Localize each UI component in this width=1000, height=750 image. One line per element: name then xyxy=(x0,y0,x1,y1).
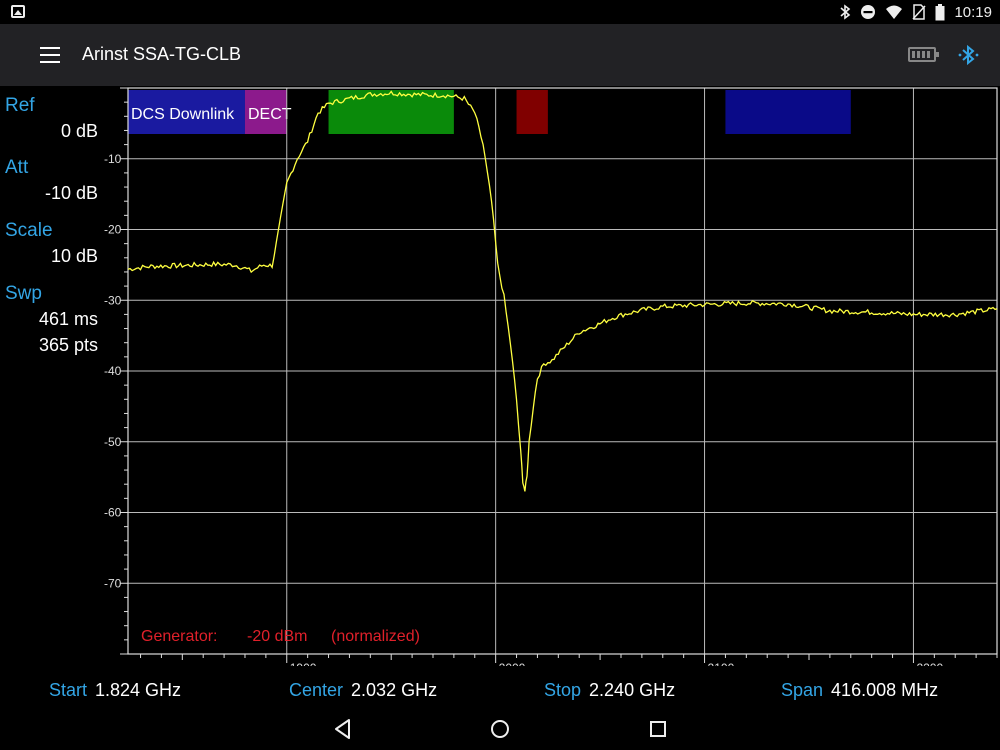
status-icons: 10:19 xyxy=(839,0,992,24)
app-title: Arinst SSA-TG-CLB xyxy=(82,44,242,64)
band-label-0: DCS Downlink xyxy=(131,106,235,123)
bluetooth-icon xyxy=(840,4,851,20)
span-frequency[interactable]: Span 416.008 MHz xyxy=(781,680,938,701)
status-time: 10:19 xyxy=(954,3,992,21)
stop-value: 2.240 GHz xyxy=(589,680,676,700)
y-tick-label: -20 xyxy=(104,223,122,237)
generator-level: -20 dBm xyxy=(247,628,307,645)
chart-axes: -10 -20 -30 -40 -50 -60 -70 1900 2000 2100 2200 xyxy=(104,87,998,666)
y-tick-label: -70 xyxy=(104,576,122,590)
center-frequency[interactable]: Center 2.032 GHz xyxy=(289,680,437,701)
device-battery-icon xyxy=(908,47,939,62)
generator-status: Generator: -20 dBm (normalized) xyxy=(141,628,420,645)
band-label-1: DECT xyxy=(248,106,292,123)
status-bar: 10:19 xyxy=(0,0,1000,24)
spectrum-chart[interactable]: DCS Downlink DECT -10 -20 -30 -40 -50 -60 -70 19… xyxy=(0,86,1000,666)
chart-grid xyxy=(128,88,997,654)
x-tick-label: 1900 xyxy=(290,661,317,666)
start-label: Start xyxy=(49,680,88,700)
x-tick-label: 2200 xyxy=(916,661,943,666)
y-tick-label: -50 xyxy=(104,435,122,449)
do-not-disturb-icon xyxy=(861,5,876,19)
span-label: Span xyxy=(781,680,824,700)
y-tick-label: -30 xyxy=(104,293,122,307)
battery-icon xyxy=(935,3,945,20)
wifi-icon xyxy=(886,5,903,19)
y-tick-label: -10 xyxy=(104,152,122,166)
span-value: 416.008 MHz xyxy=(831,680,939,700)
no-sim-icon xyxy=(912,4,927,20)
stop-label: Stop xyxy=(544,680,582,700)
start-value: 1.824 GHz xyxy=(95,680,182,700)
generator-label: Generator: xyxy=(141,628,217,645)
stop-frequency[interactable]: Stop 2.240 GHz xyxy=(544,680,675,701)
center-value: 2.032 GHz xyxy=(351,680,438,700)
center-label: Center xyxy=(289,680,344,700)
back-icon[interactable] xyxy=(330,716,356,742)
recents-icon[interactable] xyxy=(645,716,671,742)
frequency-response-trace xyxy=(127,90,998,492)
frequency-bar: Start 1.824 GHz Center 2.032 GHz Stop 2.240… xyxy=(0,672,1000,710)
hamburger-menu-icon[interactable] xyxy=(36,43,64,67)
navigation-bar xyxy=(0,706,1000,750)
start-frequency[interactable]: Start 1.824 GHz xyxy=(49,680,181,701)
home-icon[interactable] xyxy=(487,716,513,742)
x-tick-label: 2100 xyxy=(708,661,735,666)
y-tick-label: -40 xyxy=(104,364,122,378)
band-4 xyxy=(725,90,851,134)
band-3 xyxy=(516,90,548,134)
x-tick-label: 2000 xyxy=(499,661,526,666)
generator-mode: (normalized) xyxy=(331,628,420,645)
app-bar: Arinst SSA-TG-CLB xyxy=(0,24,1000,86)
gallery-icon xyxy=(11,5,25,18)
band-markers: DCS Downlink DECT xyxy=(128,90,851,134)
bluetooth-connected-icon[interactable] xyxy=(956,42,982,68)
y-tick-label: -60 xyxy=(104,506,122,520)
band-2 xyxy=(328,90,454,134)
